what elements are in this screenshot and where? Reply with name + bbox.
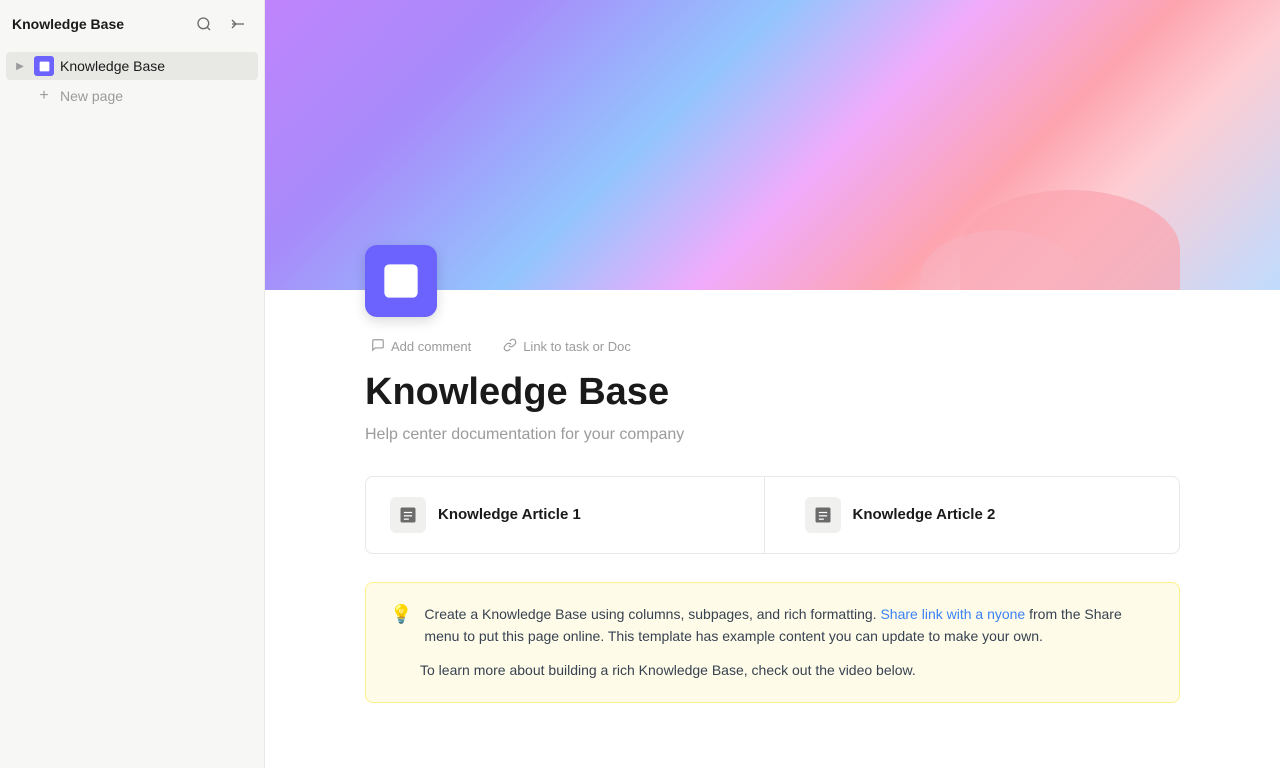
bulb-icon: 💡 (390, 604, 412, 648)
add-comment-label: Add comment (391, 339, 471, 354)
page-actions: Add comment Link to task or Doc (365, 335, 1180, 358)
info-intro: Create a Knowledge Base using columns, s… (424, 606, 876, 622)
link-to-task-button[interactable]: Link to task or Doc (497, 335, 637, 358)
link-to-task-label: Link to task or Doc (523, 339, 631, 354)
info-row-1: 💡 Create a Knowledge Base using columns,… (390, 603, 1155, 648)
sidebar: Knowledge Base ▶ (0, 0, 265, 768)
main-content: Add comment Link to task or Doc Knowledg… (265, 0, 1280, 768)
search-button[interactable] (190, 10, 218, 38)
knowledge-base-page-icon (34, 56, 54, 76)
info-second-line: To learn more about building a rich Know… (420, 659, 1155, 681)
cards-grid: Knowledge Article 1 Knowledge Article 2 (365, 476, 1180, 554)
card-label-1: Knowledge Article 1 (438, 506, 581, 523)
page-icon[interactable] (365, 245, 437, 317)
info-box: 💡 Create a Knowledge Base using columns,… (365, 582, 1180, 703)
nav-arrow-icon: ▶ (12, 58, 28, 74)
info-text-1: Create a Knowledge Base using columns, s… (424, 603, 1155, 648)
card-icon-1 (390, 497, 426, 533)
card-label-2: Knowledge Article 2 (853, 506, 996, 523)
card-knowledge-article-1[interactable]: Knowledge Article 1 (366, 477, 765, 553)
add-comment-button[interactable]: Add comment (365, 335, 477, 358)
sidebar-item-knowledge-base[interactable]: ▶ Knowledge Base (6, 52, 258, 80)
page-icon-wrapper (265, 245, 1280, 317)
sidebar-header-icons (190, 10, 252, 38)
search-icon (196, 16, 212, 32)
page-subtitle: Help center documentation for your compa… (365, 426, 1180, 444)
sidebar-header: Knowledge Base (0, 0, 264, 48)
card-knowledge-article-2[interactable]: Knowledge Article 2 (781, 477, 1180, 553)
new-page-item[interactable]: + New page (6, 82, 258, 110)
card-icon-2 (805, 497, 841, 533)
comment-icon (371, 338, 385, 355)
collapse-sidebar-button[interactable] (224, 10, 252, 38)
new-page-label: New page (60, 88, 123, 104)
article-icon (398, 505, 418, 525)
page-title: Knowledge Base (365, 370, 1180, 416)
link-icon (503, 338, 517, 355)
page-body: Add comment Link to task or Doc Knowledg… (265, 335, 1280, 743)
collapse-icon (230, 16, 246, 32)
share-link[interactable]: Share link with a nyone (880, 606, 1025, 622)
page-document-icon (381, 261, 421, 301)
document-lines-icon (38, 60, 51, 73)
sidebar-nav: ▶ Knowledge Base + New page (0, 48, 264, 114)
article-icon-2 (813, 505, 833, 525)
sidebar-title: Knowledge Base (12, 16, 124, 32)
sidebar-item-label: Knowledge Base (60, 58, 165, 74)
plus-icon: + (34, 86, 54, 106)
